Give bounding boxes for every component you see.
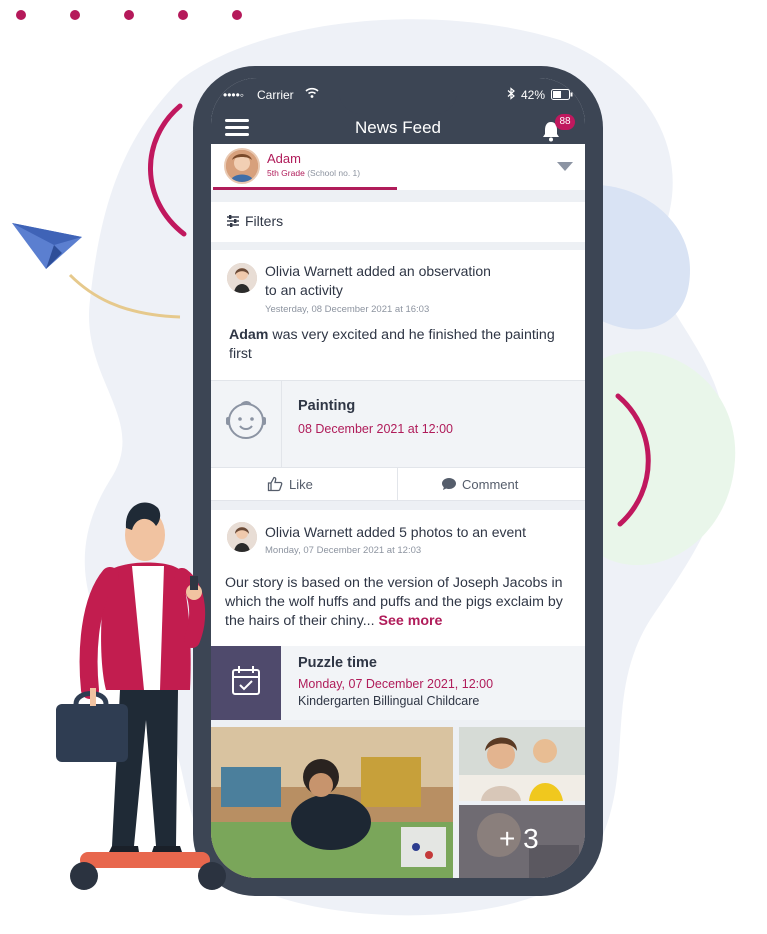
carrier-label: Carrier (257, 88, 294, 102)
filters-label: Filters (245, 213, 284, 229)
event-title: Puzzle time (298, 655, 377, 671)
post-text-bold: Adam (229, 327, 269, 343)
comment-label: Comment (462, 477, 519, 492)
selected-child-underline (213, 187, 397, 190)
page-title: News Feed (355, 118, 441, 137)
phone-notch (339, 78, 457, 114)
post-action: Olivia Warnett added 5 photos to an even… (265, 524, 526, 540)
bluetooth-icon (507, 87, 515, 103)
post-timestamp: Yesterday, 08 December 2021 at 16:03 (265, 304, 430, 315)
more-photos-tile[interactable]: + 3 (459, 805, 585, 878)
decorative-arc-right (615, 393, 651, 527)
post-action-line-1: Olivia Warnett added an observation (265, 263, 491, 279)
person-illustration (56, 502, 226, 890)
baby-face-icon (211, 381, 282, 467)
notifications-button[interactable]: 88 (541, 114, 575, 142)
decorative-arc-left (148, 103, 187, 237)
author-avatar (227, 522, 257, 552)
filters-bar[interactable]: Filters (211, 202, 585, 242)
chevron-down-icon[interactable] (557, 162, 573, 171)
author-avatar (227, 263, 257, 293)
decorative-dots (16, 10, 256, 24)
post-timestamp: Monday, 07 December 2021 at 12:03 (265, 545, 422, 556)
top-navigation-bar: News Feed 88 (211, 114, 585, 144)
activity-title: Painting (298, 398, 356, 414)
photo-grid: + 3 (211, 727, 585, 878)
signal-icon: ••••◦ (223, 88, 245, 102)
notification-badge: 88 (555, 114, 575, 130)
event-date: Monday, 07 December 2021, 12:00 (298, 677, 494, 691)
activity-card[interactable]: Painting 08 December 2021 at 12:00 (211, 380, 585, 468)
app-screen: ••••◦ Carrier 42% News Feed 88 Adam 5th … (211, 78, 585, 878)
more-photos-count: + 3 (499, 823, 539, 854)
post-text: Our story is based on the version of Jos… (225, 574, 577, 631)
feed-post: Olivia Warnett added an observation to a… (211, 250, 585, 380)
child-avatar (224, 148, 260, 184)
child-name: Adam (267, 151, 301, 166)
post-text-rest: was very excited and he finished the pai… (229, 327, 555, 362)
wifi-icon (305, 87, 319, 102)
event-location: Kindergarten Billingual Childcare (298, 694, 480, 708)
post-text: Adam was very excited and he finished th… (229, 326, 575, 364)
event-card[interactable]: Puzzle time Monday, 07 December 2021, 12… (211, 646, 585, 720)
child-grade: 5th Grade (School no. 1) (267, 168, 360, 178)
child-school: (School no. 1) (307, 168, 361, 178)
feed-post: Olivia Warnett added 5 photos to an even… (211, 510, 585, 646)
see-more-link[interactable]: See more (379, 613, 443, 629)
battery-percent: 42% (521, 88, 546, 102)
child-selector[interactable]: Adam 5th Grade (School no. 1) (211, 144, 585, 190)
battery-icon (551, 89, 573, 103)
activity-date: 08 December 2021 at 12:00 (298, 422, 453, 436)
sliders-icon (227, 215, 239, 227)
thumbs-up-icon (267, 476, 283, 492)
classroom-photo[interactable] (211, 727, 453, 878)
post-action-line-2: to an activity (265, 282, 343, 298)
like-button[interactable]: Like (211, 468, 397, 500)
children-drawing-photo[interactable] (459, 727, 585, 801)
comment-icon (442, 478, 456, 490)
like-label: Like (289, 477, 313, 492)
comment-button[interactable]: Comment (398, 468, 585, 500)
post-actions: Like Comment (211, 468, 585, 501)
child-grade-text: 5th Grade (267, 168, 305, 178)
